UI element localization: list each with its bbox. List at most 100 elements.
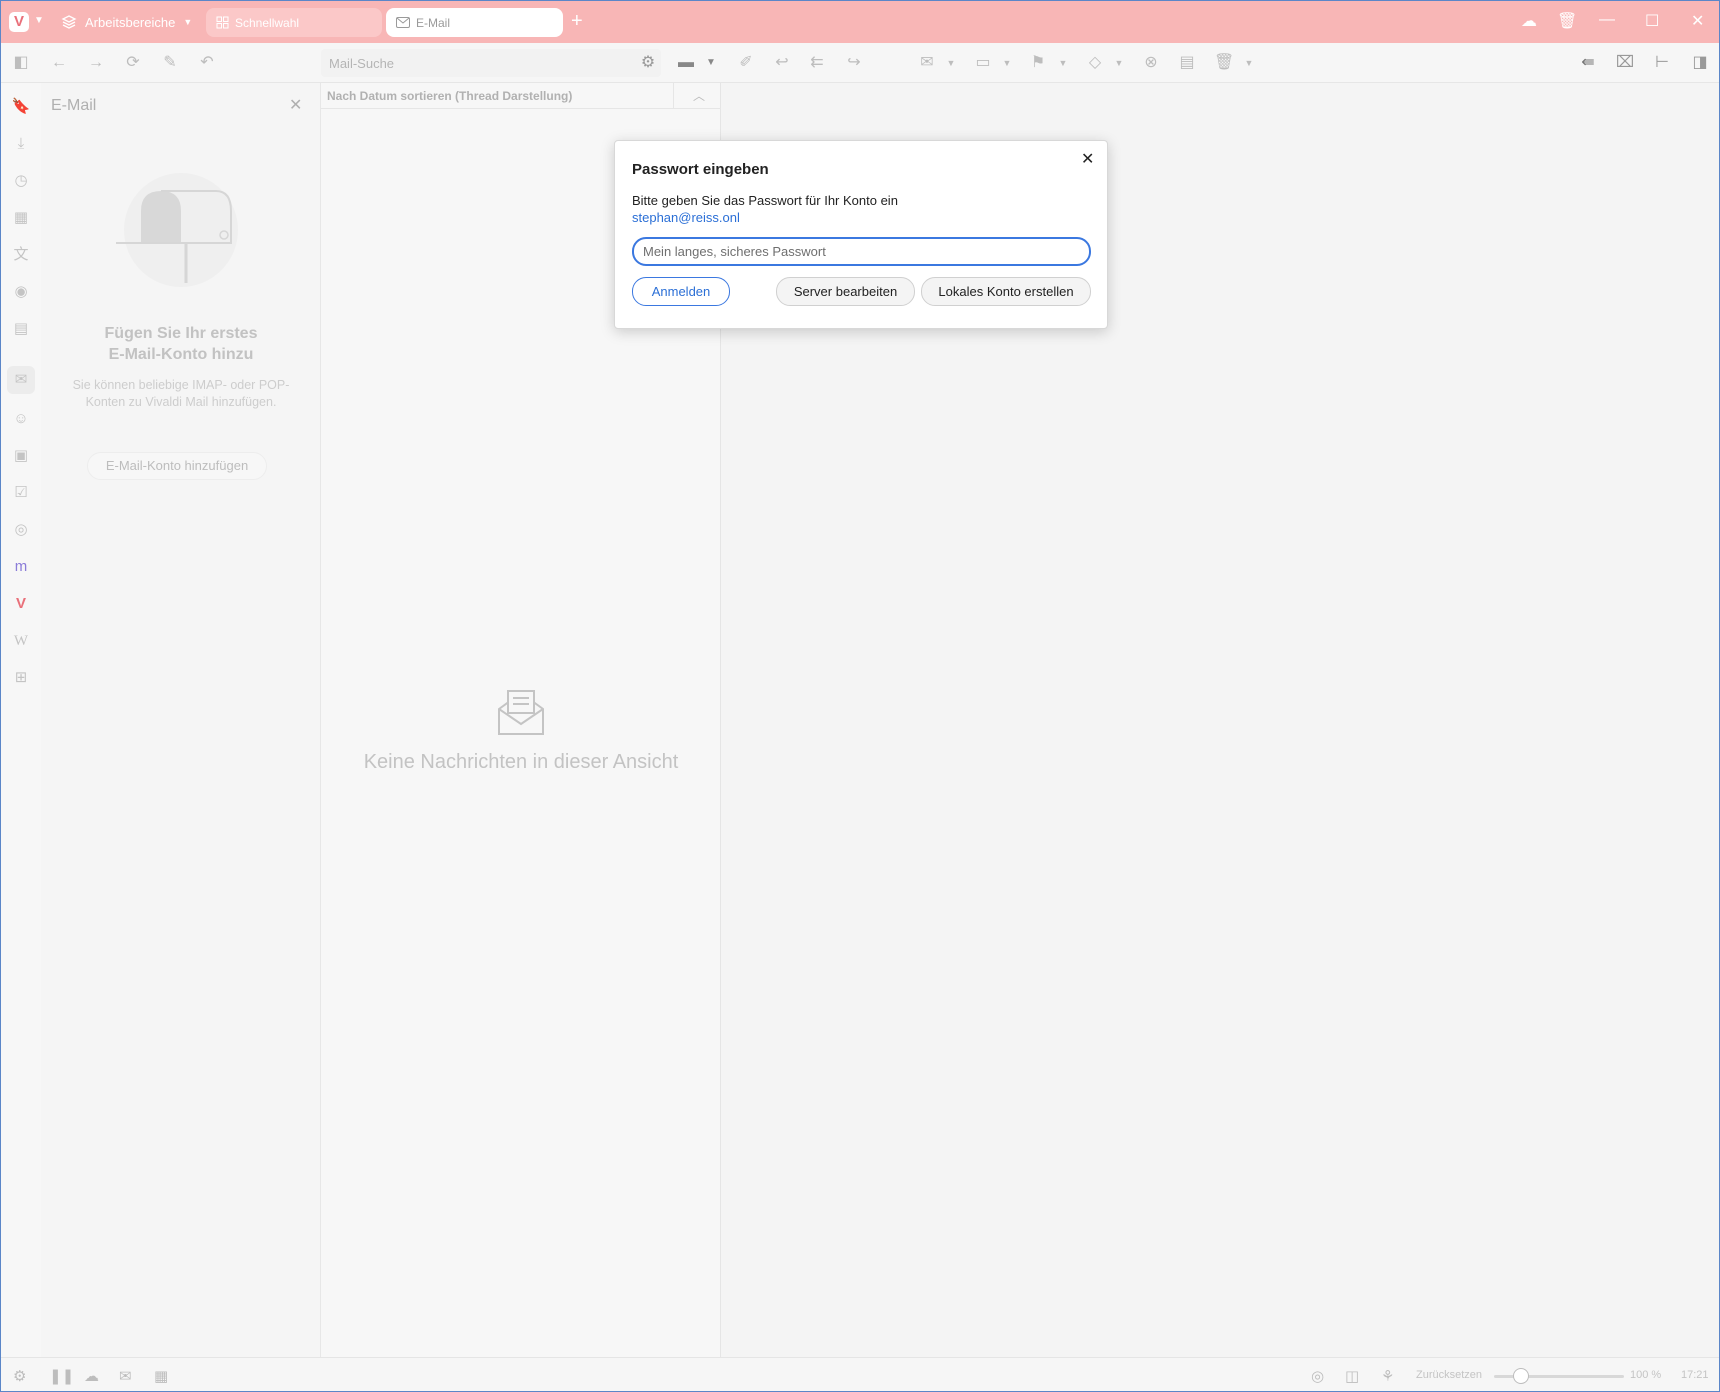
trash-icon[interactable]: 🗑 xyxy=(1557,11,1577,31)
translate-icon[interactable]: 文 xyxy=(11,245,31,265)
minimize-icon[interactable]: — xyxy=(1599,11,1615,29)
login-button[interactable]: Anmelden xyxy=(632,277,730,306)
source-code-icon[interactable]: ⌧ xyxy=(1615,53,1635,73)
chevron-down-icon[interactable]: ▼ xyxy=(941,53,961,73)
account-email: stephan@reiss.onl xyxy=(632,210,740,225)
panel-title: E-Mail xyxy=(51,97,97,114)
tab-label: E-Mail xyxy=(416,15,451,30)
clock: 17:21 xyxy=(1681,1369,1709,1381)
chevron-down-icon[interactable]: ▼ xyxy=(1109,53,1129,73)
sort-bar[interactable]: Nach Datum sortieren (Thread Darstellung… xyxy=(321,83,721,109)
feeds-icon[interactable]: ◎ xyxy=(11,520,31,540)
reading-list-icon[interactable]: ◉ xyxy=(11,282,31,302)
open-envelope-icon xyxy=(498,690,544,735)
password-dialog: Passwort eingeben ✕ Bitte geben Sie das … xyxy=(614,140,1108,329)
workspaces-label: Arbeitsbereiche xyxy=(85,14,176,30)
close-icon[interactable]: ✕ xyxy=(1081,149,1094,169)
chevron-down-icon[interactable]: ▼ xyxy=(997,53,1017,73)
workspaces-button[interactable]: Arbeitsbereiche ▼ xyxy=(61,11,192,33)
reply-all-dark-icon[interactable]: ⇚ xyxy=(1578,53,1598,73)
mastodon-icon[interactable]: m xyxy=(11,557,31,577)
mail-status-icon[interactable]: ✉ xyxy=(119,1367,132,1385)
divider xyxy=(673,83,674,109)
compose-icon[interactable]: ✐ xyxy=(736,53,756,73)
mark-read-icon[interactable]: ✉ xyxy=(917,53,937,73)
panel-toggle-icon[interactable]: ◧ xyxy=(11,53,31,73)
layers-icon xyxy=(61,15,77,29)
forward-icon[interactable]: → xyxy=(86,53,106,73)
chevron-up-icon[interactable]: ︿ xyxy=(693,87,705,104)
vivaldi-logo-icon[interactable]: V xyxy=(9,12,29,32)
label-tag-icon[interactable]: ◇ xyxy=(1085,53,1105,73)
settings-gear-icon[interactable]: ⚙ xyxy=(13,1367,26,1385)
undo-icon[interactable]: ↶ xyxy=(197,53,217,73)
mail-panel-icon[interactable]: ✉ xyxy=(7,366,35,394)
chevron-down-icon[interactable]: ▼ xyxy=(701,53,721,73)
spam-icon[interactable]: ⊗ xyxy=(1141,53,1161,73)
panel-right-icon[interactable]: ◨ xyxy=(1690,53,1710,73)
tasks-icon[interactable]: ☑ xyxy=(11,483,31,503)
empty-heading: Fügen Sie Ihr erstes E-Mail-Konto hinzu xyxy=(41,323,321,365)
mail-icon xyxy=(396,17,410,28)
add-panel-icon[interactable]: ⊞ xyxy=(11,668,31,688)
tab-label: Schnellwahl xyxy=(235,15,300,30)
grid-icon xyxy=(216,16,229,29)
history-icon[interactable]: ◷ xyxy=(11,171,31,191)
tab-speed-dial[interactable]: Schnellwahl xyxy=(206,8,382,37)
dialog-title: Passwort eingeben xyxy=(632,161,769,178)
add-account-button[interactable]: E-Mail-Konto hinzufügen xyxy=(87,452,267,480)
cloud-sync-icon[interactable]: ☁ xyxy=(84,1367,99,1385)
zoom-level: 100 % xyxy=(1630,1369,1662,1381)
view-layout-icon[interactable]: ▬ xyxy=(676,53,696,73)
tree-view-icon[interactable]: ⊢ xyxy=(1652,53,1672,73)
chevron-down-icon[interactable]: ▼ xyxy=(1053,53,1073,73)
notes-calendar-icon[interactable]: ▦ xyxy=(11,208,31,228)
chevron-down-icon[interactable]: ▼ xyxy=(34,15,44,26)
chevron-down-icon[interactable]: ▼ xyxy=(1239,53,1259,73)
new-tab-icon[interactable]: + xyxy=(571,10,583,33)
edit-server-button[interactable]: Server bearbeiten xyxy=(776,277,915,306)
tab-email[interactable]: E-Mail xyxy=(386,8,563,37)
contacts-icon[interactable]: ☺ xyxy=(11,409,31,429)
filter-sliders-icon[interactable]: ⚙ xyxy=(638,53,658,73)
reload-icon[interactable]: ⟳ xyxy=(123,53,143,73)
notes-icon[interactable]: ▤ xyxy=(11,319,31,339)
close-icon[interactable]: ✕ xyxy=(289,95,302,115)
calendar-status-icon[interactable]: ▦ xyxy=(154,1367,168,1385)
wikipedia-icon[interactable]: W xyxy=(11,631,31,651)
reply-icon[interactable]: ↩ xyxy=(772,53,792,73)
mail-toolbar: ◧ ← → ⟳ ✎ ↶ ⚙ ▬ ▼ ✐ ↩ ⇇ ↪ ✉ ▼ ▭ ▼ ⚑ ▼ ◇ … xyxy=(1,43,1719,83)
bookmark-icon[interactable]: 🔖 xyxy=(11,97,31,117)
close-window-icon[interactable]: ✕ xyxy=(1691,11,1704,31)
status-bar: ⚙ ❚❚ ☁ ✉ ▦ ◎ ◫ ⚘ Zurücksetzen 100 % 17:2… xyxy=(1,1357,1719,1391)
empty-list-text: Keine Nachrichten in dieser Ansicht xyxy=(363,751,679,773)
calendar-icon[interactable]: ▣ xyxy=(11,446,31,466)
tile-panels-icon[interactable]: ❚❚ xyxy=(49,1367,74,1385)
flag-icon[interactable]: ⚑ xyxy=(1028,53,1048,73)
vivaldi-icon[interactable]: V xyxy=(11,594,31,614)
move-folder-icon[interactable]: ▭ xyxy=(973,53,993,73)
create-local-account-button[interactable]: Lokales Konto erstellen xyxy=(921,277,1091,306)
page-actions-icon[interactable]: ⚘ xyxy=(1381,1367,1394,1385)
back-icon[interactable]: ← xyxy=(49,53,69,73)
mailbox-illustration-icon xyxy=(116,173,238,287)
capture-icon[interactable]: ◎ xyxy=(1311,1367,1324,1385)
browser-window: V ▼ Arbeitsbereiche ▼ Schnellwahl E-Mail… xyxy=(0,0,1720,1392)
zoom-slider-handle[interactable] xyxy=(1513,1368,1529,1384)
mail-search-input[interactable] xyxy=(329,53,599,73)
panel-icon-bar: 🔖 ⤓ ◷ ▦ 文 ◉ ▤ ✉ ☺ ▣ ☑ ◎ m V W ⊞ xyxy=(1,83,41,1357)
maximize-icon[interactable]: ☐ xyxy=(1645,11,1659,31)
reply-all-icon[interactable]: ⇇ xyxy=(807,53,827,73)
empty-heading-line2: E-Mail-Konto hinzu xyxy=(108,346,254,363)
zoom-reset-button[interactable]: Zurücksetzen xyxy=(1416,1369,1482,1381)
cloud-sync-icon[interactable]: ☁ xyxy=(1521,11,1537,31)
mail-search[interactable]: ⚙ xyxy=(321,49,661,77)
download-icon[interactable]: ⤓ xyxy=(11,134,31,154)
chevron-down-icon: ▼ xyxy=(183,17,193,27)
archive-icon[interactable]: ▤ xyxy=(1177,53,1197,73)
page-tiling-icon[interactable]: ◫ xyxy=(1345,1367,1359,1385)
forward-mail-icon[interactable]: ↪ xyxy=(844,53,864,73)
password-input[interactable] xyxy=(632,237,1091,266)
delete-icon[interactable]: 🗑 xyxy=(1214,53,1234,73)
compose-quill-icon[interactable]: ✎ xyxy=(160,53,180,73)
